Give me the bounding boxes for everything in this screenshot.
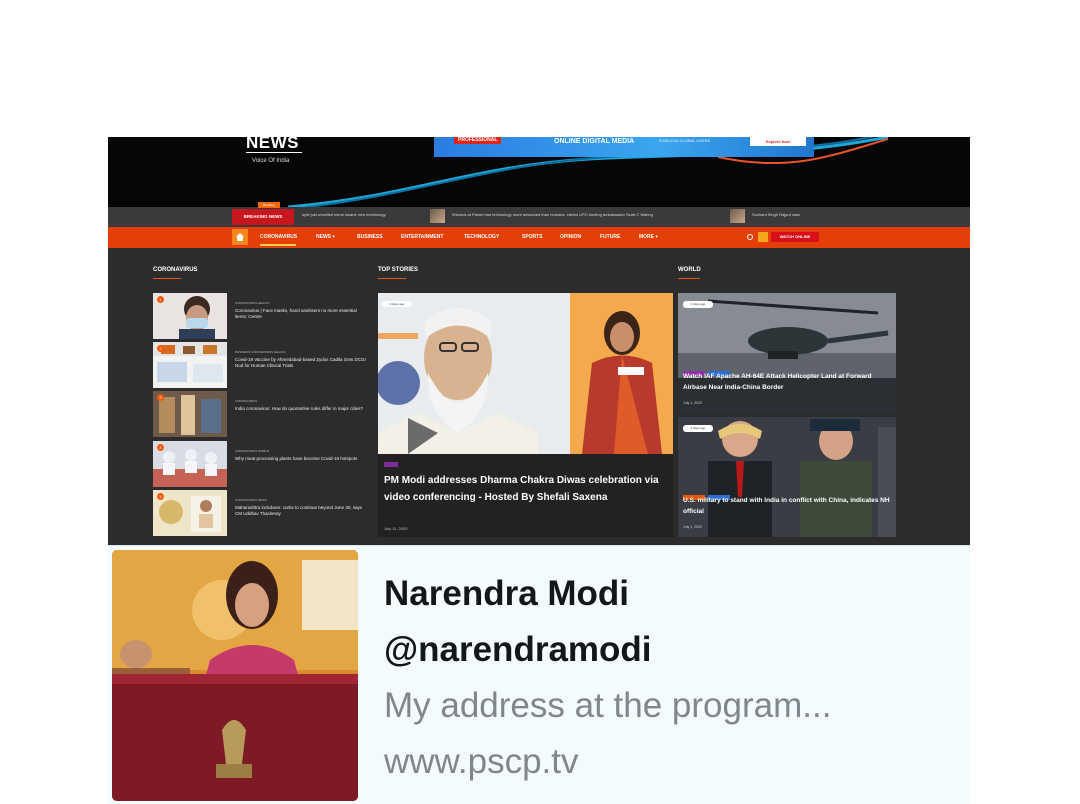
- ticker-item[interactable]: ople just unveiled some insane new techn…: [302, 212, 386, 217]
- list-item[interactable]: 3 CORONAVIRUS India coronavirus: How do …: [153, 391, 368, 437]
- nav-item-coronavirus[interactable]: CORONAVIRUS: [260, 234, 297, 240]
- section-title-world[interactable]: WORLD: [678, 267, 701, 273]
- bolt-icon[interactable]: [758, 232, 768, 242]
- tweet-link-card[interactable]: Narendra Modi @narendramodi My address a…: [108, 545, 970, 804]
- breaking-flag: Breaking: [258, 202, 280, 208]
- nav-item-opinion[interactable]: OPINION: [560, 234, 581, 240]
- tweet-author-handle[interactable]: @narendramodi: [384, 630, 652, 670]
- nav-item-future[interactable]: FUTURE: [600, 234, 620, 240]
- search-icon[interactable]: [747, 234, 753, 240]
- article-title[interactable]: Coronavirus | Face masks, hand sanitiser…: [235, 308, 367, 320]
- tweet-card-thumbnail[interactable]: [112, 550, 358, 801]
- top-story-title[interactable]: PM Modi addresses Dharma Chakra Diwas ce…: [384, 472, 664, 506]
- article-categories[interactable]: CORONAVIRUS HEALTH: [235, 301, 270, 305]
- site-logo-title[interactable]: NEWS: [246, 137, 299, 153]
- tweet-author-name[interactable]: Narendra Modi: [384, 574, 629, 614]
- article-thumbnail[interactable]: 4: [153, 441, 227, 487]
- nav-item-news[interactable]: NEWS ▾: [316, 234, 335, 240]
- article-categories[interactable]: CORONAVIRUS: [235, 399, 257, 403]
- list-item[interactable]: 4 CORONAVIRUS WORLD Why meat processing …: [153, 441, 368, 487]
- article-categories[interactable]: CORONAVIRUS WORLD: [235, 449, 269, 453]
- world-card[interactable]: 2 days ago U.S. military to stand with I…: [678, 417, 896, 537]
- ad-headline: ONLINE DIGITAL MEDIA: [554, 138, 635, 145]
- tweet-card-description: My address at the program...: [384, 686, 832, 725]
- ad-button[interactable]: Explore Now: [750, 137, 806, 146]
- ticker-thumbnail: [730, 209, 745, 223]
- section-title-top-stories[interactable]: TOP STORIES: [378, 267, 418, 273]
- site-header: NEWS Voice Of India PROFESSIONAL ONLINE …: [108, 137, 970, 207]
- site-tagline: Voice Of India: [252, 158, 290, 164]
- ticker-item[interactable]: Wizards at Planet had technology more ad…: [452, 212, 653, 217]
- nav-item-entertainment[interactable]: ENTERTAINMENT: [401, 234, 443, 240]
- nav-item-sports[interactable]: SPORTS: [522, 234, 543, 240]
- breaking-news-label: BREAKING NEWS: [232, 209, 294, 225]
- article-title[interactable]: Covid-19 Vaccine by Ahmedabad-based Zydu…: [235, 357, 367, 369]
- world-title[interactable]: Watch IAF Apache AH-64E Attack Helicopte…: [683, 371, 895, 393]
- world-title[interactable]: U.S. military to stand with India in con…: [683, 495, 895, 517]
- nav-item-technology[interactable]: TECHNOLOGY: [464, 234, 499, 240]
- nav-active-underline: [260, 244, 296, 246]
- watch-online-button[interactable]: WATCH ONLINE: [771, 232, 819, 242]
- rank-badge: 4: [157, 444, 164, 451]
- article-title[interactable]: Why meat processing plants have become C…: [235, 456, 367, 462]
- category-tag[interactable]: [384, 462, 398, 467]
- logo-rule: [246, 152, 302, 153]
- section-underline: [378, 278, 406, 279]
- date-badge: 2 days ago: [683, 301, 713, 308]
- news-site-screenshot: NEWS Voice Of India PROFESSIONAL ONLINE …: [108, 137, 970, 804]
- rank-badge: 2: [157, 345, 164, 352]
- rank-badge: 5: [157, 493, 164, 500]
- article-title[interactable]: India coronavirus: How do quarantine rul…: [235, 406, 367, 412]
- home-icon[interactable]: [232, 229, 248, 245]
- top-story-card[interactable]: PM Modi addresses Dharma Chakra Diwas ce…: [378, 454, 673, 537]
- date-badge: 2 days ago: [683, 425, 713, 432]
- article-thumbnail[interactable]: 3: [153, 391, 227, 437]
- article-thumbnail[interactable]: 2: [153, 342, 227, 388]
- rank-badge: 1: [157, 296, 164, 303]
- section-underline: [678, 278, 700, 279]
- section-title-coronavirus[interactable]: CORONAVIRUS: [153, 267, 198, 273]
- nav-item-more[interactable]: MORE ▾: [639, 234, 658, 240]
- top-story-image[interactable]: 2 days ago: [378, 293, 673, 454]
- article-thumbnail[interactable]: 5: [153, 490, 227, 536]
- main-nav: CORONAVIRUS NEWS ▾ BUSINESS ENTERTAINMEN…: [108, 227, 970, 248]
- article-categories[interactable]: BUSINESS CORONAVIRUS HEALTH: [235, 350, 286, 354]
- world-card[interactable]: 2 days ago Watch IAF Apache AH-64E Attac…: [678, 293, 896, 413]
- ad-banner[interactable]: PROFESSIONAL ONLINE DIGITAL MEDIA 5 MILL…: [434, 137, 814, 157]
- article-categories[interactable]: CORONAVIRUS NEWS: [235, 498, 267, 502]
- list-item[interactable]: 5 CORONAVIRUS NEWS Maharashtra lockdown:…: [153, 490, 368, 536]
- world-date: July 1, 2020: [683, 525, 702, 529]
- top-story-date: July 11, 2020: [384, 526, 408, 531]
- ad-badge: PROFESSIONAL: [454, 137, 502, 144]
- article-thumbnail[interactable]: 1: [153, 293, 227, 339]
- date-badge: 2 days ago: [382, 301, 412, 307]
- list-item[interactable]: 2 BUSINESS CORONAVIRUS HEALTH Covid-19 V…: [153, 342, 368, 388]
- breaking-news-bar: BREAKING NEWS Breaking ople just unveile…: [108, 202, 970, 227]
- ticker-thumbnail: [430, 209, 445, 223]
- ad-subtext: 5 MILLION GLOBAL USERS: [659, 138, 711, 143]
- tweet-card-link[interactable]: www.pscp.tv: [384, 742, 579, 782]
- section-underline: [153, 278, 181, 279]
- ticker-item[interactable]: Sushant Singh Rajput case: [752, 212, 800, 217]
- rank-badge: 3: [157, 394, 164, 401]
- nav-item-business[interactable]: BUSINESS: [357, 234, 383, 240]
- list-item[interactable]: 1 CORONAVIRUS HEALTH Coronavirus | Face …: [153, 293, 368, 339]
- article-title[interactable]: Maharashtra lockdown: curbs to continue …: [235, 505, 367, 517]
- world-date: July 1, 2020: [683, 401, 702, 405]
